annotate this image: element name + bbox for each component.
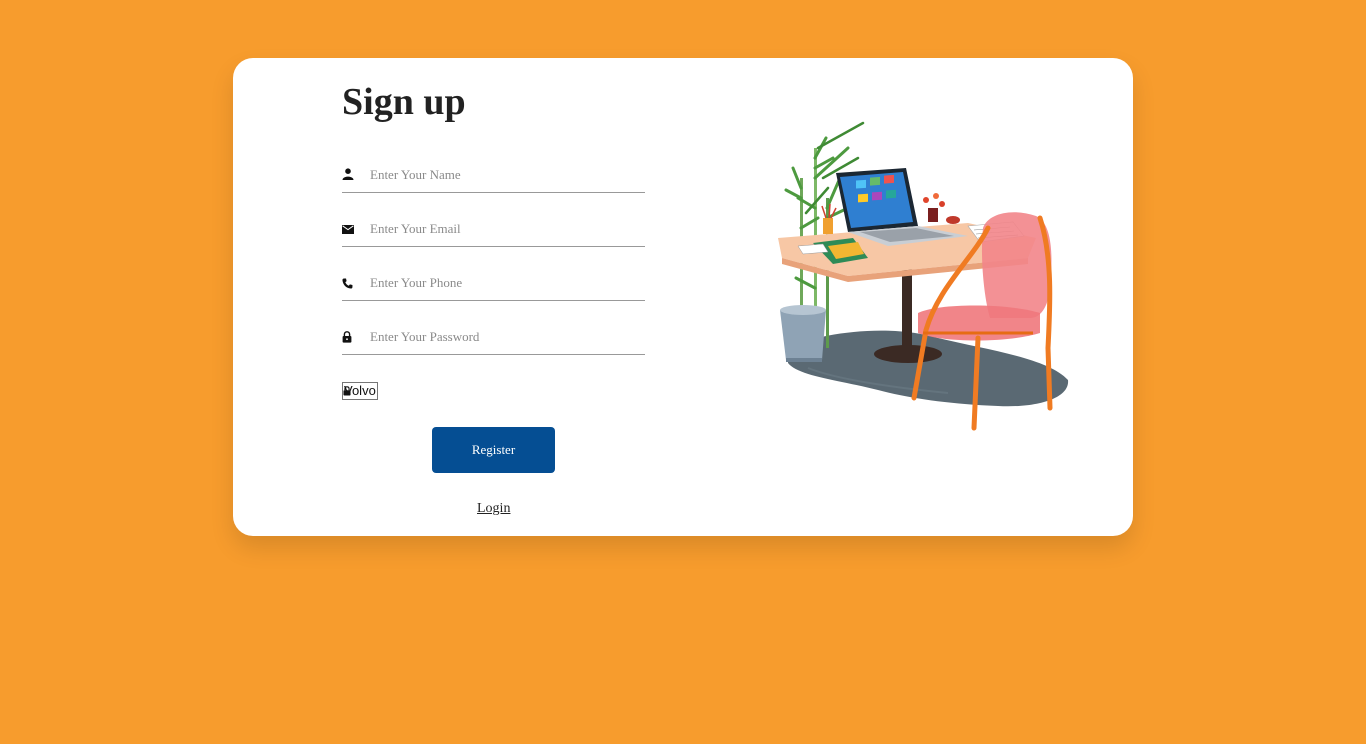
email-field	[342, 212, 645, 247]
phone-icon	[342, 278, 353, 289]
name-input[interactable]	[370, 164, 640, 186]
password-field	[342, 320, 645, 355]
laptop	[836, 168, 968, 246]
password-input[interactable]	[370, 326, 640, 348]
lock-icon	[343, 386, 351, 396]
email-input[interactable]	[370, 218, 640, 240]
envelope-icon	[342, 225, 354, 234]
name-field	[342, 158, 645, 193]
car-select[interactable]: Volvo	[342, 382, 378, 400]
phone-input[interactable]	[370, 272, 640, 294]
phone-field	[342, 266, 645, 301]
page-title: Sign up	[342, 81, 466, 123]
signup-card: Sign up V	[233, 58, 1133, 536]
lock-icon	[342, 331, 352, 343]
login-link[interactable]: Login	[477, 501, 510, 517]
person-icon	[342, 168, 354, 180]
register-button[interactable]: Register	[432, 427, 555, 473]
desk-with-laptop-illustration	[778, 121, 1069, 431]
